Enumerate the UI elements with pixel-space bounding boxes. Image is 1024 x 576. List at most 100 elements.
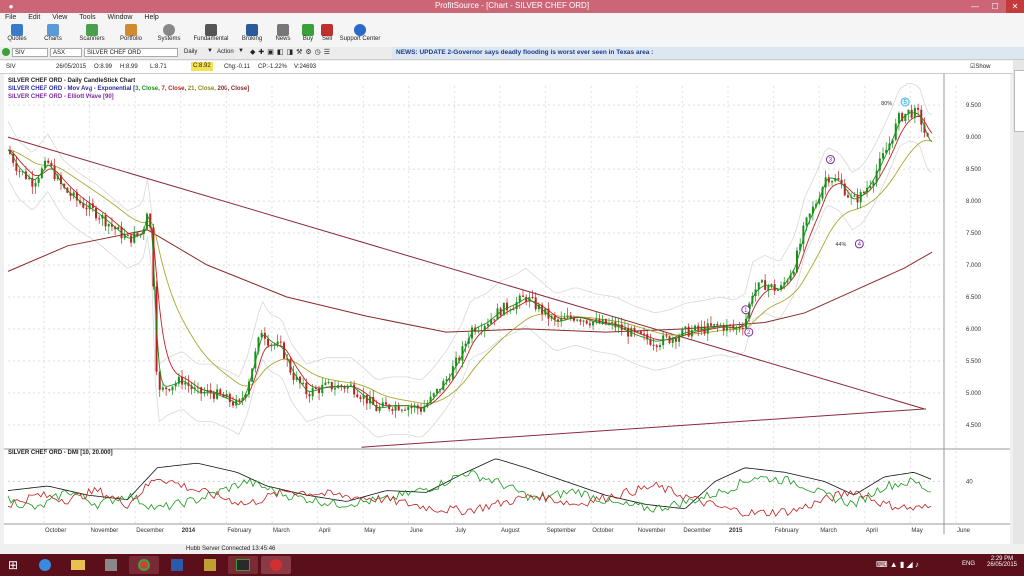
buy-button[interactable]: Buy bbox=[299, 24, 317, 42]
candle-body bbox=[716, 324, 719, 326]
candle-body bbox=[477, 330, 480, 332]
candle-body bbox=[228, 393, 231, 403]
status-bar: Hubb Server Connected 13:45:46 bbox=[0, 544, 1024, 554]
candle-body bbox=[639, 331, 642, 334]
x-tick-label: November bbox=[91, 528, 119, 534]
x-tick-label: October bbox=[45, 528, 66, 534]
candle-body bbox=[50, 162, 53, 166]
candle-body bbox=[279, 341, 282, 343]
candle-body bbox=[420, 408, 423, 412]
windows-taskbar: ⊞ ⌨ ▲ ▮ ◢ ♪ ENG 2:29 PM 26/05/2015 bbox=[0, 554, 1024, 576]
menu-file[interactable]: File bbox=[0, 13, 21, 23]
candle-body bbox=[85, 207, 88, 210]
news-button[interactable]: News bbox=[272, 24, 294, 42]
taskbar-app[interactable] bbox=[96, 556, 126, 574]
candle-body bbox=[391, 409, 394, 411]
word-icon bbox=[171, 559, 183, 571]
candle-body bbox=[843, 183, 846, 196]
candle-body bbox=[872, 182, 875, 187]
sidebar-profile-tab[interactable] bbox=[1014, 70, 1024, 132]
candle-body bbox=[356, 394, 359, 398]
symbol-input[interactable]: SIV bbox=[12, 48, 48, 57]
taskbar-ie[interactable] bbox=[30, 556, 60, 574]
candle-body bbox=[91, 203, 94, 208]
ema-7-line bbox=[7, 115, 933, 408]
candle-body bbox=[349, 384, 352, 386]
candle-body bbox=[95, 207, 98, 219]
dmi-minus-di-line bbox=[7, 478, 932, 517]
menu-help[interactable]: Help bbox=[139, 13, 163, 23]
quotes-button[interactable]: Quotes bbox=[4, 24, 30, 42]
maximize-button[interactable]: ☐ bbox=[986, 0, 1004, 13]
taskbar-app2[interactable] bbox=[195, 556, 225, 574]
taskbar-chrome[interactable] bbox=[129, 556, 159, 574]
exchange-input[interactable]: ASX bbox=[50, 48, 82, 57]
quote-change: Chg:-0.11 bbox=[224, 64, 250, 70]
candle-body bbox=[572, 318, 575, 321]
x-tick-label: May bbox=[364, 528, 375, 534]
menu-window[interactable]: Window bbox=[103, 13, 138, 23]
candle-body bbox=[633, 327, 636, 332]
news-icon bbox=[277, 24, 289, 36]
candle-body bbox=[225, 393, 228, 398]
sell-button[interactable]: Sell bbox=[318, 24, 336, 42]
candle-body bbox=[658, 345, 661, 348]
x-tick-label: March bbox=[273, 528, 290, 534]
portfolio-button[interactable]: Portfolio bbox=[116, 24, 146, 42]
candle-body bbox=[28, 177, 31, 179]
candle-body bbox=[917, 107, 920, 110]
taskbar-profitsource[interactable] bbox=[261, 556, 291, 574]
candle-body bbox=[853, 195, 856, 197]
menu-tools[interactable]: Tools bbox=[74, 13, 100, 23]
security-name-input[interactable]: SILVER CHEF ORD bbox=[84, 48, 178, 57]
candle-body bbox=[509, 310, 512, 312]
candle-body bbox=[655, 345, 658, 348]
candle-body bbox=[365, 394, 368, 404]
news-ticker[interactable]: NEWS: UPDATE 2-Governor says deadly floo… bbox=[392, 47, 1024, 59]
candle-body bbox=[678, 336, 681, 342]
taskbar-app3[interactable] bbox=[228, 556, 258, 574]
fundamental-button[interactable]: Fundamental bbox=[192, 24, 230, 42]
candle-body bbox=[760, 280, 763, 283]
y-tick-label: 8.000 bbox=[966, 199, 982, 205]
support-center-button[interactable]: Support Center bbox=[338, 24, 382, 42]
candle-body bbox=[311, 388, 314, 397]
tray-clock[interactable]: 2:29 PM 26/05/2015 bbox=[984, 556, 1020, 568]
chart-area[interactable]: SILVER CHEF ORD - Daily CandleStick Char… bbox=[4, 74, 1010, 544]
quote-bar: SIV 26/05/2015 O:8.99 H:8.99 L:8.71 C:8.… bbox=[0, 61, 1024, 82]
tray-language[interactable]: ENG bbox=[962, 561, 975, 567]
candle-body bbox=[480, 330, 483, 332]
action-dropdown-icon[interactable]: ▼ bbox=[238, 48, 244, 54]
candle-body bbox=[703, 326, 706, 334]
charts-icon bbox=[47, 24, 59, 36]
scanners-button[interactable]: Scanners bbox=[77, 24, 107, 42]
candle-body bbox=[729, 324, 732, 326]
menu-edit[interactable]: Edit bbox=[23, 13, 45, 23]
systems-button[interactable]: Systems bbox=[154, 24, 184, 42]
period-dropdown-icon[interactable]: ▼ bbox=[207, 48, 213, 54]
candle-body bbox=[410, 407, 413, 409]
close-button[interactable]: ✕ bbox=[1006, 0, 1024, 13]
broking-button[interactable]: Broking bbox=[238, 24, 266, 42]
candle-body bbox=[37, 178, 40, 183]
menu-view[interactable]: View bbox=[47, 13, 72, 23]
minimize-button[interactable]: — bbox=[966, 0, 984, 13]
taskbar-explorer[interactable] bbox=[63, 556, 93, 574]
show-last-checkbox[interactable]: ☑ Show Last bbox=[970, 61, 990, 82]
chart-tools-icons[interactable]: ◆✚▣◧◨⚒⚙◷☰ bbox=[250, 48, 333, 56]
candle-body bbox=[588, 323, 591, 326]
x-tick-label: July bbox=[455, 528, 466, 534]
candle-body bbox=[741, 328, 744, 330]
tray-icons[interactable]: ⌨ ▲ ▮ ◢ ♪ bbox=[876, 560, 919, 569]
taskbar-word[interactable] bbox=[162, 556, 192, 574]
right-sidebar-tab[interactable] bbox=[1013, 60, 1024, 544]
fundamental-icon bbox=[205, 24, 217, 36]
sell-icon bbox=[321, 24, 333, 36]
y-tick-label: 5.000 bbox=[966, 391, 982, 397]
period-select[interactable]: Daily bbox=[182, 48, 206, 57]
dmi-plus-di-line bbox=[7, 470, 932, 513]
candle-body bbox=[566, 315, 569, 318]
app2-icon bbox=[204, 559, 216, 571]
charts-button[interactable]: Charts bbox=[40, 24, 66, 42]
start-button[interactable]: ⊞ bbox=[2, 556, 24, 574]
